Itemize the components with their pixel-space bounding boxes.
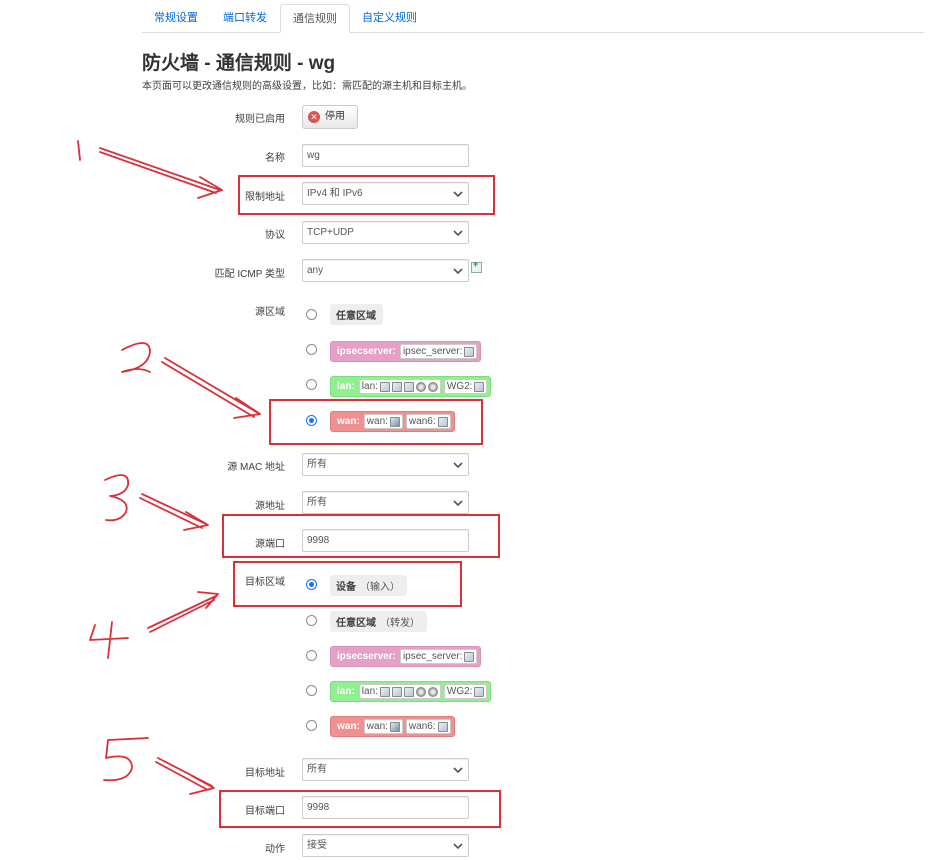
- annotation-box-source-port: [222, 514, 500, 558]
- chevron-down-icon: [453, 462, 463, 469]
- chevron-down-icon: [453, 268, 463, 275]
- dest-zone-wan: wan: wan: wan6:: [330, 716, 455, 737]
- source-zone-label: 源区域: [255, 307, 285, 318]
- tab-general[interactable]: 常规设置: [142, 4, 210, 32]
- iface-wg2: WG2:: [443, 684, 488, 699]
- dest-ip-value: 所有: [307, 764, 327, 775]
- dest-zone-wan-radio[interactable]: [306, 720, 317, 731]
- wifi-icon: [427, 686, 438, 697]
- numeral-3: [104, 474, 129, 522]
- tab-port-forward[interactable]: 端口转发: [211, 4, 279, 32]
- protocol-label: 协议: [265, 230, 285, 241]
- iface-ipsec-server: ipsec_server:: [399, 649, 478, 664]
- zone-name: 任意区域: [336, 618, 376, 629]
- network-icon: [474, 686, 485, 697]
- dest-zone-ipsecserver: ipsecserver: ipsec_server:: [330, 646, 482, 667]
- chevron-down-icon: [453, 843, 463, 850]
- annotation-box-dest-zone: [233, 561, 462, 607]
- iface-wan: wan:: [363, 719, 403, 734]
- zone-name: lan:: [337, 381, 355, 392]
- tab-traffic-rules[interactable]: 通信规则: [280, 4, 350, 33]
- disable-rule-button[interactable]: ✕ 停用: [302, 105, 358, 129]
- numeral-5: [103, 737, 149, 782]
- disable-x-icon: ✕: [308, 111, 320, 123]
- name-input[interactable]: wg: [302, 144, 469, 167]
- arrow-4: [147, 591, 219, 633]
- numeral-1: [77, 140, 81, 161]
- wifi-icon: [427, 381, 438, 392]
- src-ip-select[interactable]: 所有: [302, 491, 469, 514]
- iface-wan6: wan6:: [405, 719, 451, 734]
- zone-name: 任意区域: [336, 311, 376, 322]
- src-zone-ipsecserver: ipsecserver: ipsec_server:: [330, 341, 482, 362]
- chevron-down-icon: [453, 230, 463, 237]
- name-label: 名称: [265, 153, 285, 164]
- dest-ip-select[interactable]: 所有: [302, 758, 469, 781]
- annotation-box-restrict-address: [238, 175, 495, 215]
- network-icon: [379, 381, 390, 392]
- iface-ipsec-server: ipsec_server:: [399, 344, 478, 359]
- zone-name: wan:: [337, 721, 360, 732]
- disable-button-label: 停用: [325, 111, 345, 122]
- rule-enabled-label: 规则已启用: [235, 114, 285, 125]
- zone-suffix: （转发）: [380, 618, 420, 629]
- zone-name: ipsecserver:: [337, 651, 396, 662]
- annotation-box-dest-port: [219, 790, 501, 828]
- numeral-2: [121, 342, 151, 373]
- network-icon: [464, 651, 475, 662]
- tabs-divider: [142, 32, 924, 33]
- src-zone-lan-radio[interactable]: [306, 379, 317, 390]
- protocol-select[interactable]: TCP+UDP: [302, 221, 469, 244]
- network-icon: [403, 686, 414, 697]
- network-icon: [391, 686, 402, 697]
- icmp-type-label: 匹配 ICMP 类型: [214, 269, 285, 280]
- src-zone-lan: lan: lan: WG2:: [330, 376, 492, 397]
- network-icon: [474, 381, 485, 392]
- network-icon: [391, 381, 402, 392]
- wifi-icon: [415, 381, 426, 392]
- dest-zone-lan: lan: lan: WG2:: [330, 681, 492, 702]
- chevron-down-icon: [453, 767, 463, 774]
- src-mac-label: 源 MAC 地址: [227, 462, 285, 473]
- network-icon: [379, 686, 390, 697]
- action-value: 接受: [307, 840, 327, 851]
- network-icon: [464, 346, 475, 357]
- src-zone-any: 任意区域: [330, 304, 383, 325]
- numeral-4: [89, 621, 129, 659]
- wifi-icon: [415, 686, 426, 697]
- src-ip-value: 所有: [307, 497, 327, 508]
- iface-lan: lan:: [358, 684, 441, 699]
- annotation-box-source-wan: [269, 399, 483, 445]
- network-icon: [403, 381, 414, 392]
- protocol-value: TCP+UDP: [307, 227, 354, 238]
- dest-ip-label: 目标地址: [245, 768, 285, 779]
- src-ip-label: 源地址: [255, 501, 285, 512]
- arrow-2: [161, 357, 261, 419]
- page-title: 防火墙 - 通信规则 - wg: [142, 53, 336, 74]
- src-mac-select[interactable]: 所有: [302, 453, 469, 476]
- dest-zone-ipsec-radio[interactable]: [306, 650, 317, 661]
- src-zone-ipsec-radio[interactable]: [306, 344, 317, 355]
- dest-zone-any: 任意区域 （转发）: [330, 611, 427, 632]
- src-mac-value: 所有: [307, 459, 327, 470]
- icmp-type-select[interactable]: any: [302, 259, 469, 282]
- zone-name: lan:: [337, 686, 355, 697]
- iface-wg2: WG2:: [443, 379, 488, 394]
- chevron-down-icon: [453, 500, 463, 507]
- multi-device-icon: [389, 721, 400, 732]
- dest-zone-lan-radio[interactable]: [306, 685, 317, 696]
- tab-custom-rules[interactable]: 自定义规则: [350, 4, 429, 32]
- icmp-type-value: any: [307, 265, 324, 276]
- page-description: 本页面可以更改通信规则的高级设置，比如：需匹配的源主机和目标主机。: [142, 81, 472, 92]
- action-label: 动作: [265, 844, 285, 855]
- add-icmp-type-icon[interactable]: [471, 259, 482, 273]
- src-zone-any-radio[interactable]: [306, 309, 317, 320]
- name-value: wg: [307, 150, 320, 161]
- iface-lan: lan:: [358, 379, 441, 394]
- dest-zone-any-radio[interactable]: [306, 615, 317, 626]
- network-icon: [437, 721, 448, 732]
- action-select[interactable]: 接受: [302, 834, 469, 857]
- zone-name: ipsecserver:: [337, 346, 396, 357]
